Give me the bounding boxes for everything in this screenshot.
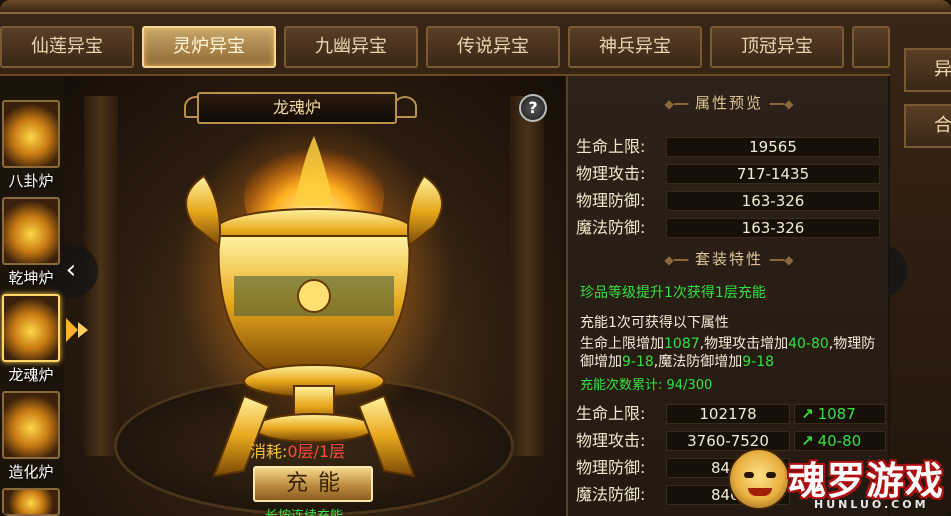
stat-label: 生命上限: xyxy=(576,404,646,423)
stat-row: 物理攻击: 717-1435 xyxy=(576,163,888,185)
set-title: 套装特性 xyxy=(694,250,763,268)
game-window: 仙莲异宝 灵炉异宝 九幽异宝 传说异宝 神兵异宝 顶冠异宝 异 合 龙魂炉 ? … xyxy=(0,0,951,516)
stat-row: 生命上限: 19565 xyxy=(576,136,888,158)
charge-count: 充能次数累计: 94/300 xyxy=(580,374,712,393)
furnace-thumbnail xyxy=(2,391,60,459)
furnace-thumbnail xyxy=(2,197,60,265)
stat-value: 102178 xyxy=(666,404,790,424)
furnace-item-bagua[interactable]: 八卦炉 xyxy=(0,100,62,192)
furnace-item-qiankun[interactable]: 乾坤炉 xyxy=(0,197,62,289)
mascot-mouth xyxy=(748,488,772,496)
hold-hint: 长按连续充能 xyxy=(265,505,343,516)
stat-label: 物理防御: xyxy=(576,458,646,477)
furnace-thumbnail xyxy=(2,294,60,362)
ornament-left-icon: ◆━━ xyxy=(664,97,689,111)
furnace-item-label: 造化炉 xyxy=(8,463,54,481)
category-tabs: 仙莲异宝 灵炉异宝 九幽异宝 传说异宝 神兵异宝 顶冠异宝 xyxy=(0,26,890,70)
side-tab-yi[interactable]: 异 xyxy=(904,48,951,92)
set-feature-line: 珍品等级提升1次获得1层充能 xyxy=(580,285,766,301)
tab-more[interactable] xyxy=(852,26,890,68)
set-section-title: ◆━━ 套装特性 ━━◆ xyxy=(568,248,890,269)
furnace-item-label: 乾坤炉 xyxy=(8,269,54,287)
watermark-logo: 魂罗游戏 HUNLUO.COM xyxy=(728,448,950,516)
ornament-right-icon: ━━◆ xyxy=(769,97,794,111)
furnace-thumbnail xyxy=(2,488,60,516)
furnace-item-label: 八卦炉 xyxy=(8,172,54,190)
mascot-eye xyxy=(766,472,776,478)
mascot-face-icon xyxy=(728,448,790,510)
tab-xianlian[interactable]: 仙莲异宝 xyxy=(0,26,134,68)
charge-button[interactable]: 充能 xyxy=(253,466,373,502)
charge-count-value: 94/300 xyxy=(666,378,713,393)
watermark-sub: HUNLUO.COM xyxy=(814,498,929,511)
charge-description: 生命上限增加1087,物理攻击增加40-80,物理防御增加9-18,魔法防御增加… xyxy=(580,335,885,371)
stat-bonus: ↗ 1087 xyxy=(794,404,886,424)
stat-label: 物理攻击: xyxy=(576,164,646,183)
furnace-name-plate: 龙魂炉 xyxy=(197,92,397,124)
charged-stat-row: 生命上限: 102178 ↗ 1087 xyxy=(576,403,888,425)
stat-row: 魔法防御: 163-326 xyxy=(576,217,888,239)
tab-chuanshuo[interactable]: 传说异宝 xyxy=(426,26,560,68)
furnace-thumbnail xyxy=(2,100,60,168)
selected-arrow-icon xyxy=(66,318,78,342)
furnace-item-longhun[interactable]: 龙魂炉 xyxy=(0,294,62,386)
consume-text: 消耗:0层/1层 xyxy=(250,438,390,462)
tab-linglu[interactable]: 灵炉异宝 xyxy=(142,26,276,68)
furnace-item-label: 龙魂炉 xyxy=(8,366,54,384)
desc-text: ,魔法防御增加 xyxy=(653,354,743,370)
stat-label: 生命上限: xyxy=(576,137,646,156)
up-arrow-icon: ↗ xyxy=(801,405,814,423)
furnace-item-zaohua[interactable]: 造化炉 xyxy=(0,391,62,483)
stat-label: 物理防御: xyxy=(576,191,646,210)
furnace-list: 八卦炉 乾坤炉 龙魂炉 造化炉 xyxy=(0,100,64,516)
furnace-item-next[interactable] xyxy=(0,488,62,516)
stat-value: 163-326 xyxy=(666,191,880,211)
stat-label: 魔法防御: xyxy=(576,218,646,237)
stat-row: 物理防御: 163-326 xyxy=(576,190,888,212)
tab-jiuyou[interactable]: 九幽异宝 xyxy=(284,26,418,68)
desc-value: 9-18 xyxy=(742,354,775,370)
desc-text: 生命上限增加 xyxy=(580,336,664,352)
side-tab-he[interactable]: 合 xyxy=(904,104,951,148)
desc-value: 40-80 xyxy=(788,336,829,352)
stat-value: 163-326 xyxy=(666,218,880,238)
charge-intro: 充能1次可获得以下属性 xyxy=(580,315,729,331)
pillar-right xyxy=(510,96,544,456)
consume-value: 0层/1层 xyxy=(287,442,346,461)
stat-label: 魔法防御: xyxy=(576,485,646,504)
stat-value: 19565 xyxy=(666,137,880,157)
stat-value: 717-1435 xyxy=(666,164,880,184)
preview-title: 属性预览 xyxy=(694,94,763,112)
desc-value: 1087 xyxy=(664,336,700,352)
stat-label: 物理攻击: xyxy=(576,431,646,450)
tab-dingguan[interactable]: 顶冠异宝 xyxy=(710,26,844,68)
selected-arrow-icon xyxy=(78,322,88,338)
bonus-value: 1087 xyxy=(817,405,856,423)
consume-label: 消耗: xyxy=(250,442,288,461)
watermark-title: 魂罗游戏 xyxy=(788,459,945,503)
desc-value: 9-18 xyxy=(622,354,654,370)
preview-section-title: ◆━━ 属性预览 ━━◆ xyxy=(568,92,890,113)
mascot-eye xyxy=(744,472,754,478)
desc-text: ,物理攻击增加 xyxy=(699,336,789,352)
top-decoration xyxy=(0,0,951,14)
help-button[interactable]: ? xyxy=(519,94,547,122)
ornament-left-icon: ◆━━ xyxy=(664,253,689,267)
charge-count-label: 充能次数累计: xyxy=(580,378,663,393)
tab-shenbing[interactable]: 神兵异宝 xyxy=(568,26,702,68)
ornament-right-icon: ━━◆ xyxy=(769,253,794,267)
